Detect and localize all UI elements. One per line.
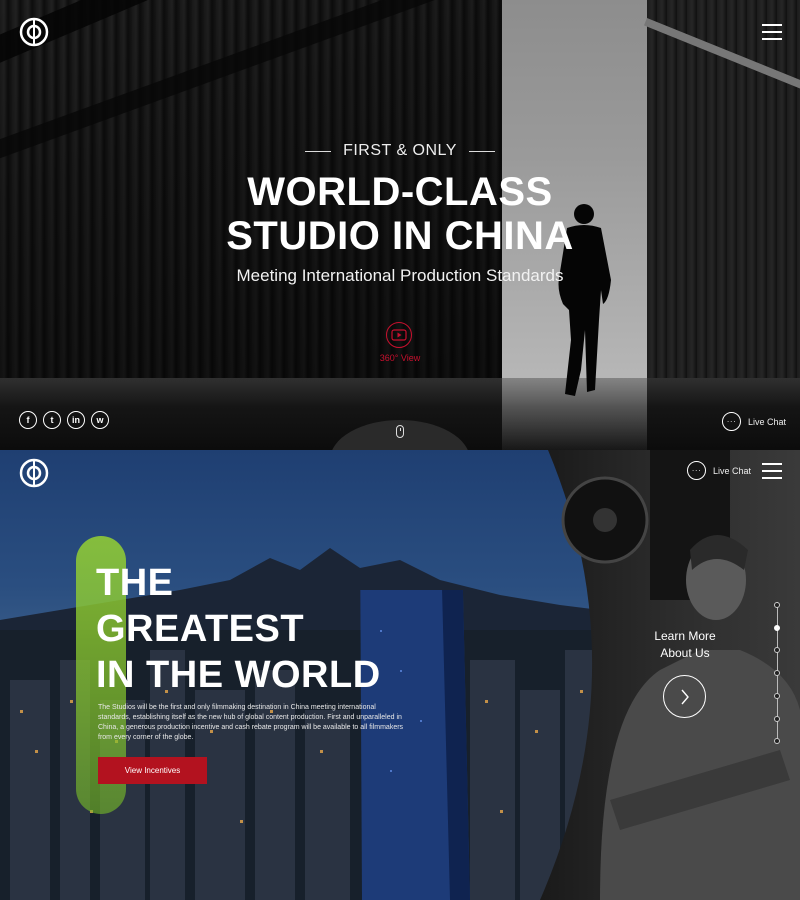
learn-more-line: About Us — [660, 646, 710, 660]
section-dot[interactable] — [774, 624, 780, 631]
learn-more-text[interactable]: Learn More About Us — [640, 628, 730, 662]
linkedin-icon[interactable]: in — [67, 411, 85, 429]
greatest-section: ··· Live Chat THE GREATEST IN THE WORLD … — [0, 450, 800, 900]
learn-more-line: Learn More — [654, 629, 716, 643]
section-dot[interactable] — [774, 692, 780, 699]
chevron-right-icon — [680, 689, 689, 704]
play-360-button[interactable] — [386, 322, 412, 348]
brand-logo-icon[interactable] — [19, 458, 49, 488]
chat-icon: ··· — [722, 412, 741, 431]
menu-hamburger-icon[interactable] — [762, 24, 782, 40]
intro-paragraph: The Studios will be the first and only f… — [98, 704, 404, 741]
menu-hamburger-icon[interactable] — [762, 463, 782, 479]
learn-more-arrow-button[interactable] — [663, 675, 706, 718]
play-360-label: 360° View — [379, 353, 421, 363]
headline-line: WORLD-CLASS — [247, 170, 553, 214]
headline-line: THE — [96, 562, 174, 604]
brand-logo-icon[interactable] — [19, 17, 49, 47]
view-incentives-button[interactable]: View Incentives — [98, 757, 207, 784]
hero-headline: WORLD-CLASS STUDIO IN CHINA — [0, 170, 800, 258]
section-dot-nav — [774, 602, 780, 745]
live-chat-label: Live Chat — [713, 465, 752, 476]
live-chat-button[interactable]: ··· Live Chat — [687, 461, 751, 480]
scroll-mouse-icon[interactable] — [396, 425, 404, 438]
weibo-icon[interactable]: w — [91, 411, 109, 429]
section-dot[interactable] — [774, 647, 780, 654]
greatest-headline: THE GREATEST IN THE WORLD — [96, 560, 381, 698]
live-chat-label: Live Chat — [748, 416, 787, 427]
headline-line: GREATEST — [96, 608, 305, 650]
facebook-icon[interactable]: f — [19, 411, 37, 429]
section-dot[interactable] — [774, 715, 780, 722]
live-chat-button[interactable]: ··· Live Chat — [722, 412, 786, 431]
section-dot[interactable] — [774, 602, 780, 608]
section-dot[interactable] — [774, 670, 780, 677]
hero-subline: Meeting International Production Standar… — [236, 266, 564, 285]
hero-studio-section: FIRST & ONLY WORLD-CLASS STUDIO IN CHINA… — [0, 0, 800, 450]
headline-line: IN THE WORLD — [96, 654, 381, 696]
chat-icon: ··· — [687, 461, 706, 480]
twitter-icon[interactable]: t — [43, 411, 61, 429]
headline-line: STUDIO IN CHINA — [226, 214, 574, 258]
eyebrow-tagline: FIRST & ONLY — [0, 142, 800, 160]
social-links: f t in w — [19, 411, 109, 429]
play-icon — [391, 329, 407, 341]
eyebrow-text: FIRST & ONLY — [343, 142, 457, 159]
